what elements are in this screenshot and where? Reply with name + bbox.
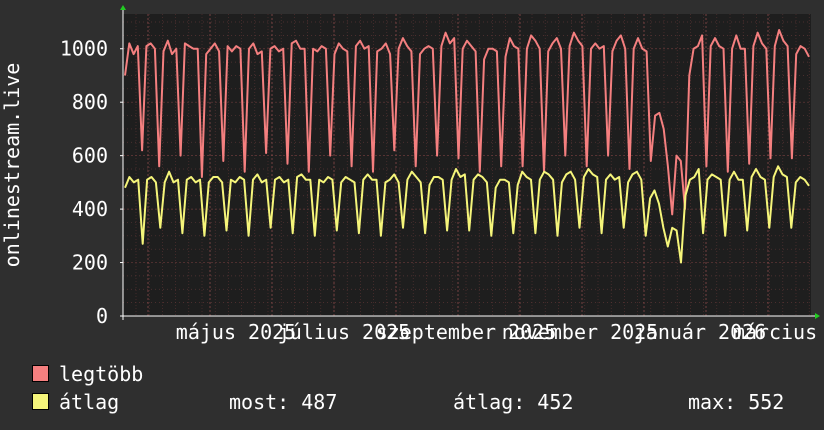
y-tick-label: 800 [72, 90, 108, 114]
stat-atlag-label: átlag: [453, 390, 526, 414]
x-axis-arrow [815, 313, 820, 319]
legend-label-atlag: átlag [59, 390, 120, 414]
stat-max-label: max: [688, 390, 737, 414]
legend-swatch-legtobb [32, 365, 49, 382]
stat-max: max: 552 [688, 391, 784, 413]
stat-atlag-value: 452 [537, 390, 574, 414]
y-tick-label: 0 [96, 304, 108, 328]
legend-label-legtobb: legtöbb [59, 362, 144, 386]
y-axis-arrow [120, 5, 126, 10]
y-tick-label: 600 [72, 144, 108, 168]
y-axis-label: onlinestream.live [0, 63, 24, 268]
stat-most: most: 487 [229, 391, 337, 413]
legend-item-legtobb: legtöbb [32, 363, 143, 385]
stat-max-value: 552 [748, 390, 785, 414]
x-tick-label: március [733, 320, 817, 344]
stat-most-label: most: [229, 390, 290, 414]
stat-most-value: 487 [301, 390, 338, 414]
stat-atlag: átlag: 452 [453, 391, 573, 413]
y-tick-label: 200 [72, 251, 108, 275]
legend-item-atlag: átlag [32, 391, 119, 413]
y-tick-label: 1000 [60, 37, 108, 61]
legend-swatch-atlag [32, 393, 49, 410]
y-tick-label: 400 [72, 197, 108, 221]
